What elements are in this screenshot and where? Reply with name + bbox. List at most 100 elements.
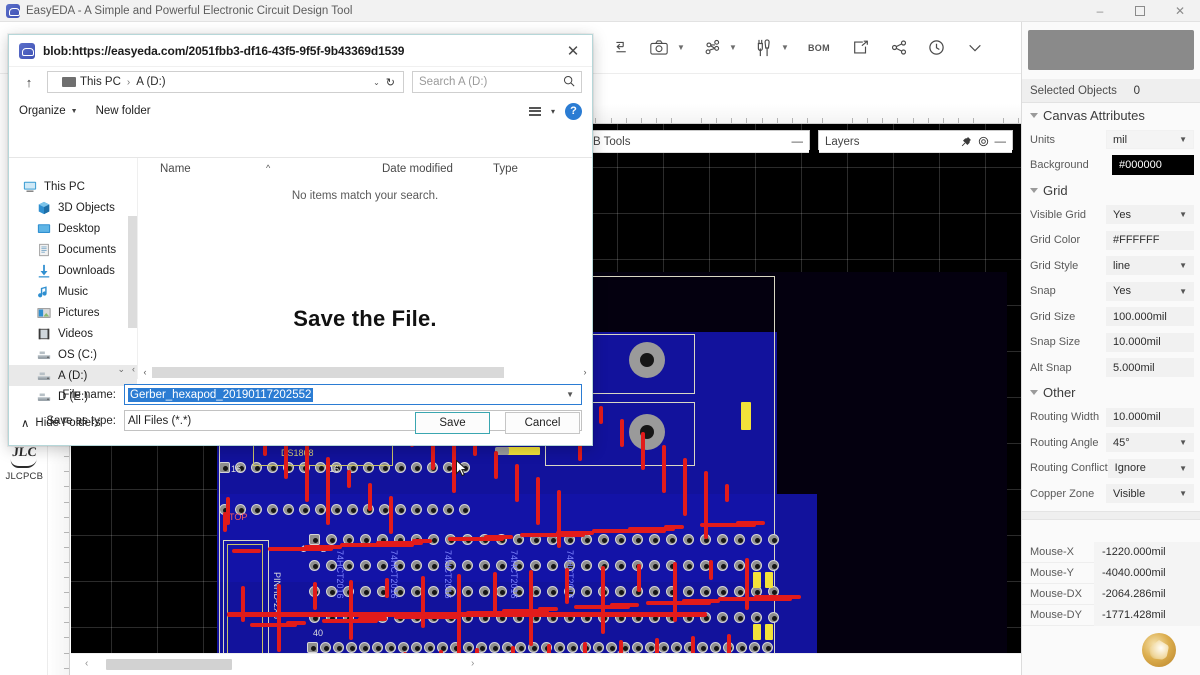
visible-grid-select[interactable]: Yes ▼ (1106, 205, 1194, 224)
nav-pane-item-os-c[interactable]: OS (C:) (9, 344, 137, 365)
file-scroll-left-arrow[interactable]: ‹ (138, 367, 152, 377)
ruler-minor-tick (671, 118, 672, 123)
grid-color-field[interactable]: #FFFFFF (1106, 231, 1194, 250)
nav-pane-item-desktop[interactable]: Desktop (9, 218, 137, 239)
nav-pane-item-pictures[interactable]: Pictures (9, 302, 137, 323)
routing-angle-value: 45° (1113, 437, 1179, 449)
save-file-dialog[interactable]: blob:https://easyeda.com/2051fbb3-df16-4… (8, 34, 593, 446)
column-header-type[interactable]: Type (493, 163, 518, 175)
camera-icon[interactable] (644, 31, 674, 65)
column-header-date-modified[interactable]: Date modified (382, 163, 453, 175)
snap-size-field[interactable]: 10.000mil (1106, 333, 1194, 352)
file-scroll-right-arrow[interactable]: › (578, 367, 592, 377)
file-list-horizontal-scrollbar[interactable]: ‹ › (138, 365, 592, 379)
snap-select[interactable]: Yes ▼ (1106, 282, 1194, 301)
navigate-up-button[interactable]: ↑ (19, 72, 39, 92)
help-button[interactable]: ? (565, 103, 582, 120)
gerber-export-icon[interactable] (846, 31, 876, 65)
section-other[interactable]: Other (1022, 381, 1200, 405)
share-nodes-icon[interactable] (696, 31, 726, 65)
nav-pane-item-3d-objects[interactable]: 3D Objects (9, 197, 137, 218)
dialog-close-button[interactable]: ✕ (560, 38, 586, 64)
tools-caret-icon[interactable]: ▼ (778, 31, 792, 65)
units-value: mil (1113, 134, 1179, 146)
routing-conflict-select[interactable]: Ignore ▼ (1108, 459, 1194, 478)
refresh-icon[interactable]: ↻ (386, 76, 399, 89)
pcb-pad (333, 642, 344, 653)
pcb-pad (411, 560, 422, 571)
dialog-navigation-pane[interactable]: ⌄ ‹ This PC 3D Objects DesktopDocumentsDow… (9, 158, 137, 379)
nav-scroll-down-icon[interactable]: ⌄ (117, 364, 125, 375)
section-grid[interactable]: Grid (1022, 178, 1200, 202)
scroll-right-arrow[interactable]: › (471, 658, 474, 669)
collapse-triangle-icon[interactable] (1030, 390, 1038, 395)
nav-pane-scrollbar[interactable] (128, 216, 137, 328)
breadcrumb-item-this-pc[interactable]: This PC (80, 76, 121, 88)
collapse-triangle-icon[interactable] (1030, 188, 1038, 193)
routing-width-field[interactable]: 10.000mil (1106, 408, 1194, 427)
new-folder-button[interactable]: New folder (96, 105, 151, 117)
chevron-down-icon[interactable]: ▼ (566, 390, 578, 399)
nav-pane-item-downloads[interactable]: Downloads (9, 260, 137, 281)
share-icon[interactable] (884, 31, 914, 65)
canvas-scroll-thumb[interactable] (106, 659, 232, 670)
cancel-button[interactable]: Cancel (505, 412, 580, 434)
column-header-name[interactable]: Name (160, 163, 191, 175)
grid-style-select[interactable]: line ▼ (1106, 256, 1194, 275)
ruler-minor-tick (897, 118, 898, 123)
sort-ascending-icon[interactable]: ^ (266, 163, 270, 173)
breadcrumb-dropdown-icon[interactable]: ⌄ (367, 78, 386, 87)
nav-pane-item-label: 3D Objects (58, 202, 115, 214)
nav-pane-item-documents[interactable]: Documents (9, 239, 137, 260)
breadcrumb[interactable]: This PC › A (D:) ⌄ ↻ (47, 71, 404, 93)
section-canvas-attributes[interactable]: Canvas Attributes (1022, 103, 1200, 127)
bom-button[interactable]: BOM (800, 31, 838, 65)
row-grid-size: Grid Size 100.000mil (1022, 304, 1200, 330)
breadcrumb-item-a-drive[interactable]: A (D:) (136, 76, 165, 88)
routing-angle-select[interactable]: 45° ▼ (1106, 433, 1194, 452)
view-layout-icon[interactable] (529, 107, 541, 116)
scroll-left-arrow[interactable]: ‹ (85, 658, 88, 669)
alt-snap-field[interactable]: 5.000mil (1106, 358, 1194, 377)
canvas-horizontal-scrollbar[interactable]: ‹ › (71, 653, 1021, 675)
minimize-button[interactable]: – (1080, 0, 1120, 22)
pcb-trace (385, 578, 389, 598)
gear-icon[interactable] (978, 136, 989, 147)
pcb-tools-panel[interactable]: PCB Tools — (570, 130, 810, 150)
view-caret-icon[interactable]: ▾ (551, 107, 555, 116)
file-scroll-track[interactable] (152, 367, 578, 378)
background-color-field[interactable]: #000000 (1112, 155, 1194, 175)
organize-button[interactable]: Organize ▼ (19, 105, 78, 117)
import-icon[interactable] (606, 31, 636, 65)
close-button[interactable]: ✕ (1160, 0, 1200, 22)
row-background: Background #000000 (1022, 153, 1200, 179)
copper-zone-select[interactable]: Visible ▼ (1106, 484, 1194, 503)
jlcpcb-logo[interactable]: JLC JLCPCB (6, 446, 42, 482)
pcb-trace (538, 607, 558, 611)
collapse-triangle-icon[interactable] (1030, 113, 1038, 118)
pin-icon[interactable] (961, 136, 972, 147)
tools-icon[interactable] (748, 31, 778, 65)
search-icon[interactable] (563, 75, 575, 90)
layers-minimize-icon[interactable]: — (995, 136, 1007, 148)
save-button[interactable]: Save (415, 412, 490, 434)
share-nodes-caret-icon[interactable]: ▼ (726, 31, 740, 65)
pcb-pad (554, 642, 565, 653)
file-scroll-thumb[interactable] (152, 367, 504, 378)
hide-folders-button[interactable]: ∧ Hide Folders (21, 416, 101, 430)
grid-size-field[interactable]: 100.000mil (1106, 307, 1194, 326)
maximize-button[interactable] (1120, 0, 1160, 22)
pcb-pad (717, 586, 728, 597)
pcb-tools-minimize-icon[interactable]: — (792, 136, 804, 148)
nav-resize-icon[interactable]: ‹ (132, 364, 135, 375)
search-input[interactable]: Search A (D:) (412, 71, 582, 93)
dialog-file-list-pane[interactable]: ^ Name Date modified Type No items match… (137, 158, 592, 379)
units-select[interactable]: mil ▼ (1106, 130, 1194, 149)
more-chevron-icon[interactable] (960, 31, 990, 65)
nav-pane-item-videos[interactable]: Videos (9, 323, 137, 344)
history-icon[interactable] (922, 31, 952, 65)
camera-caret-icon[interactable]: ▼ (674, 31, 688, 65)
layers-panel[interactable]: Layers — (818, 130, 1013, 150)
nav-pane-item-this-pc[interactable]: This PC (9, 176, 137, 197)
nav-pane-item-music[interactable]: Music (9, 281, 137, 302)
